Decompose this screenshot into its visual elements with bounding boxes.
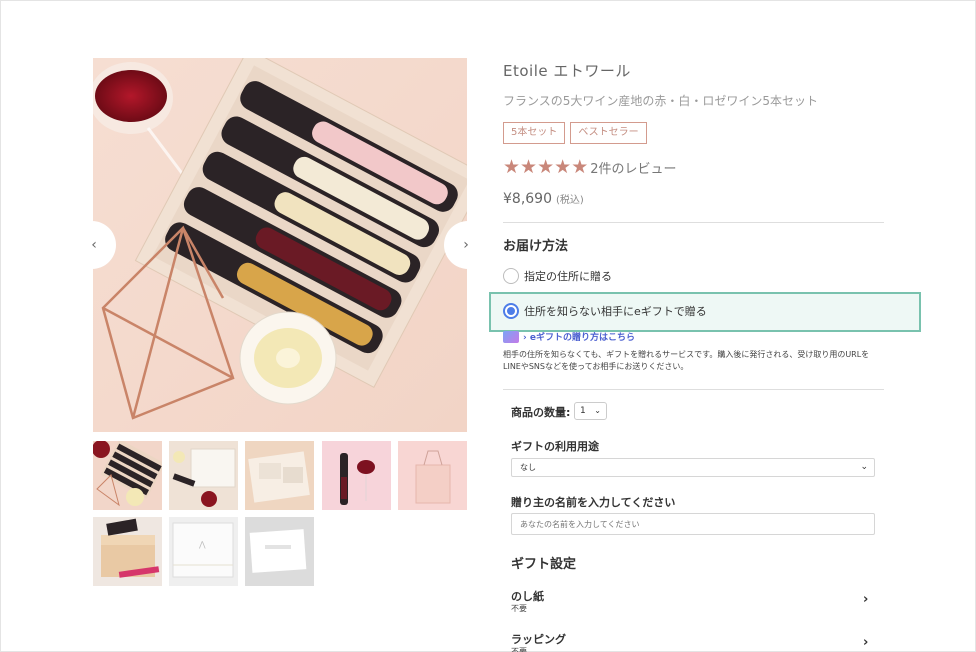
tag-bestseller[interactable]: ベストセラー	[570, 122, 647, 144]
usage-value: なし	[520, 463, 536, 472]
usage-label: ギフトの利用用途	[511, 440, 599, 453]
chevron-right-icon[interactable]: ›	[863, 592, 868, 607]
delivery-option-egift[interactable]: 住所を知らない相手にeギフトで贈る	[503, 303, 707, 319]
price-value: ¥8,690	[503, 191, 552, 207]
quantity-value: 1	[580, 406, 586, 416]
wrapping-value: 不要	[511, 647, 527, 652]
egift-guide-text[interactable]: › eギフトの贈り方はこちら	[523, 330, 635, 343]
chevron-right-icon[interactable]: ›	[863, 635, 868, 650]
quantity-select[interactable]: 1 ⌄	[574, 402, 607, 420]
divider	[503, 389, 884, 390]
thumbnail-6[interactable]	[93, 517, 162, 586]
price: ¥8,690 (税込)	[503, 191, 584, 207]
delivery-option-label: 住所を知らない相手にeギフトで贈る	[524, 305, 707, 318]
star-icon: ★	[537, 156, 555, 178]
star-icon: ★	[503, 156, 521, 178]
thumbnail-7[interactable]: ⋀	[169, 517, 238, 586]
wrapping-title[interactable]: ラッピング	[511, 631, 566, 647]
thumbnail-4[interactable]	[322, 441, 391, 510]
usage-select[interactable]: なし ⌄	[511, 458, 875, 477]
thumbnail-3[interactable]	[245, 441, 314, 510]
star-icon: ★	[554, 156, 572, 178]
egift-description: 相手の住所を知らなくても、ギフトを贈れるサービスです。購入後に発行される、受け取…	[503, 350, 870, 371]
sender-label: 贈り主の名前を入力してください	[511, 496, 676, 509]
noshi-value: 不要	[511, 604, 527, 613]
egift-icon	[503, 330, 519, 343]
thumbnail-1[interactable]	[93, 441, 162, 510]
product-title: Etoile エトワール	[503, 62, 631, 80]
rating[interactable]: ★ ★ ★ ★ ★ 2件のレビュー	[503, 157, 677, 177]
tax-label: (税込)	[556, 195, 584, 206]
chevron-down-icon: ⌄	[594, 406, 601, 415]
divider	[503, 222, 884, 223]
product-tags: 5本セット ベストセラー	[503, 122, 647, 144]
product-subtitle: フランスの5大ワイン産地の赤・白・ロゼワイン5本セット	[503, 94, 819, 108]
thumbnail-2[interactable]	[169, 441, 238, 510]
noshi-title[interactable]: のし紙	[511, 588, 544, 604]
review-count[interactable]: 2件のレビュー	[590, 158, 676, 177]
chevron-left-icon: ‹	[91, 237, 97, 253]
egift-guide-link[interactable]: › eギフトの贈り方はこちら	[503, 330, 635, 343]
star-icon: ★	[571, 156, 589, 178]
svg-text:⋀: ⋀	[198, 540, 206, 549]
product-main-image[interactable]	[93, 58, 467, 432]
gift-settings-heading: ギフト設定	[511, 557, 577, 572]
radio-button[interactable]	[503, 268, 519, 284]
chevron-right-icon: ›	[463, 237, 469, 253]
radio-button-selected[interactable]	[503, 303, 519, 319]
gallery-next-button[interactable]: ›	[444, 221, 488, 269]
thumbnail-8[interactable]	[245, 517, 314, 586]
thumbnail-5[interactable]	[398, 441, 467, 510]
tag-set[interactable]: 5本セット	[503, 122, 566, 144]
delivery-option-label: 指定の住所に贈る	[524, 270, 612, 283]
chevron-down-icon: ⌄	[860, 462, 868, 472]
star-icon: ★	[520, 156, 538, 178]
delivery-heading: お届け方法	[503, 239, 569, 254]
sender-name-input[interactable]	[511, 513, 875, 535]
quantity-label: 商品の数量:	[511, 406, 571, 419]
delivery-option-address[interactable]: 指定の住所に贈る	[503, 268, 612, 284]
